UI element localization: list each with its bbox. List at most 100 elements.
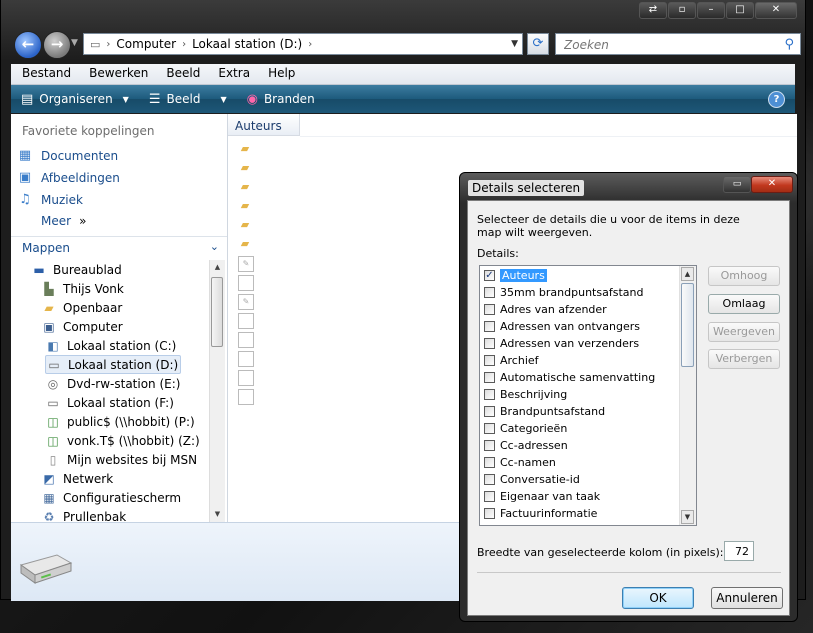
file-icon[interactable] xyxy=(238,389,254,405)
column-width-input[interactable] xyxy=(724,541,754,561)
tree-item[interactable]: ▣ Computer xyxy=(41,317,122,336)
detail-checkbox[interactable] xyxy=(484,508,495,519)
folder-icon[interactable]: ▰ xyxy=(238,180,252,194)
scroll-up-icon[interactable]: ▲ xyxy=(681,267,694,281)
tree-item[interactable]: ◎ Dvd-rw-station (E:) xyxy=(45,374,181,393)
detail-list-item[interactable]: Factuurinformatie xyxy=(484,505,597,522)
detail-list-item[interactable]: Beschrijving xyxy=(484,386,567,403)
column-header-authors[interactable]: Auteurs xyxy=(228,114,300,136)
minimize-button[interactable]: – xyxy=(697,2,725,19)
view-button[interactable]: ☰ Beeld ▼ xyxy=(139,92,237,107)
help-icon[interactable]: ? xyxy=(768,91,785,108)
detail-checkbox[interactable] xyxy=(484,406,495,417)
folder-icon[interactable]: ▰ xyxy=(238,161,252,175)
breadcrumb-computer[interactable]: Computer xyxy=(116,37,176,51)
dialog-close-button[interactable]: ✕ xyxy=(751,176,793,193)
tree-item[interactable]: ▭ Lokaal station (F:) xyxy=(45,393,174,412)
tree-item[interactable]: ▯ Mijn websites bij MSN xyxy=(45,450,197,469)
file-icon[interactable]: ✎ xyxy=(238,294,254,310)
menu-edit[interactable]: Bewerken xyxy=(78,64,155,84)
flip-icon[interactable]: ⇄ xyxy=(639,2,667,19)
detail-list-item[interactable]: Automatische samenvatting xyxy=(484,369,655,386)
tree-item[interactable]: ▰ Openbaar xyxy=(41,298,122,317)
search-input[interactable] xyxy=(562,37,766,53)
details-listbox[interactable]: ✓ Auteurs 35mm brandpuntsafstand Adres van … xyxy=(479,265,697,526)
detail-list-item[interactable]: Adressen van ontvangers xyxy=(484,318,640,335)
folder-icon[interactable]: ▰ xyxy=(238,237,252,251)
scroll-thumb[interactable] xyxy=(681,283,694,367)
file-icon[interactable] xyxy=(238,275,254,291)
detail-list-item[interactable]: Archief xyxy=(484,352,539,369)
ok-button[interactable]: OK xyxy=(622,587,694,609)
detail-checkbox[interactable] xyxy=(484,321,495,332)
folder-icon[interactable]: ▰ xyxy=(238,199,252,213)
detail-checkbox[interactable] xyxy=(484,304,495,315)
detail-checkbox[interactable] xyxy=(484,423,495,434)
folder-icon[interactable]: ▰ xyxy=(238,218,252,232)
detail-list-item[interactable]: 35mm brandpuntsafstand xyxy=(484,284,643,301)
file-icon[interactable]: ✎ xyxy=(238,256,254,272)
tree-item[interactable]: ▙ Thijs Vonk xyxy=(41,279,123,298)
back-button[interactable]: ← xyxy=(14,31,42,59)
detail-list-item[interactable]: Adres van afzender xyxy=(484,301,607,318)
folders-header[interactable]: Mappen ⌄ xyxy=(11,236,227,259)
tree-item[interactable]: ♻ Prullenbak xyxy=(41,507,127,523)
breadcrumb-separator-icon[interactable]: › xyxy=(308,39,312,50)
forward-button[interactable]: → xyxy=(43,31,71,59)
detail-checkbox[interactable] xyxy=(484,457,495,468)
menu-file[interactable]: Bestand xyxy=(11,64,78,84)
menu-view[interactable]: Beeld xyxy=(155,64,207,84)
organize-button[interactable]: ▤ Organiseren ▼ xyxy=(11,92,139,107)
detail-list-item[interactable]: Cc-adressen xyxy=(484,437,568,454)
detail-checkbox[interactable] xyxy=(484,338,495,349)
detail-checkbox[interactable]: ✓ xyxy=(484,270,495,281)
file-icon[interactable] xyxy=(238,332,254,348)
file-icon[interactable] xyxy=(238,313,254,329)
detail-checkbox[interactable] xyxy=(484,389,495,400)
tree-item[interactable]: ◧ Lokaal station (C:) xyxy=(45,336,176,355)
tree-item[interactable]: ◫ public$ (\\hobbit) (P:) xyxy=(45,412,194,431)
tree-item[interactable]: ◫ vonk.T$ (\\hobbit) (Z:) xyxy=(45,431,199,450)
favorite-more[interactable]: Meer » xyxy=(41,214,86,228)
detail-list-item[interactable]: Adressen van verzenders xyxy=(484,335,639,352)
show-button[interactable]: Weergeven xyxy=(708,322,780,342)
tree-item[interactable]: ▬ Bureaublad xyxy=(31,260,121,279)
address-bar[interactable]: ▭ › Computer › Lokaal station (D:) › ▼ xyxy=(83,33,523,55)
maximize-button[interactable]: □ xyxy=(726,2,754,19)
detail-list-item[interactable]: ✓ Auteurs xyxy=(484,267,547,284)
burn-button[interactable]: ◉ Branden xyxy=(237,92,325,107)
favorite-documents[interactable]: ▦ Documenten xyxy=(17,148,118,164)
detail-checkbox[interactable] xyxy=(484,372,495,383)
detail-list-item[interactable]: Categorieën xyxy=(484,420,567,437)
detail-checkbox[interactable] xyxy=(484,440,495,451)
breadcrumb-separator-icon[interactable]: › xyxy=(182,39,186,50)
file-icon[interactable] xyxy=(238,370,254,386)
address-dropdown-icon[interactable]: ▼ xyxy=(511,39,518,49)
menu-help[interactable]: Help xyxy=(257,64,302,84)
scroll-down-icon[interactable]: ▼ xyxy=(210,507,225,522)
listbox-scrollbar[interactable]: ▲ ▼ xyxy=(679,266,696,525)
detail-list-item[interactable]: Cc-namen xyxy=(484,454,556,471)
hide-button[interactable]: Verbergen xyxy=(708,349,780,369)
detail-checkbox[interactable] xyxy=(484,491,495,502)
search-icon[interactable]: ⚲ xyxy=(784,37,794,52)
tree-item[interactable]: ▭ Lokaal station (D:) xyxy=(45,355,182,374)
cancel-button[interactable]: Annuleren xyxy=(711,587,783,609)
scroll-down-icon[interactable]: ▼ xyxy=(681,510,694,524)
move-down-button[interactable]: Omlaag xyxy=(708,294,780,314)
scroll-thumb[interactable] xyxy=(211,277,223,347)
detail-checkbox[interactable] xyxy=(484,474,495,485)
detail-checkbox[interactable] xyxy=(484,355,495,366)
menu-tools[interactable]: Extra xyxy=(207,64,257,84)
detail-list-item[interactable]: Eigenaar van taak xyxy=(484,488,600,505)
detail-list-item[interactable]: Brandpuntsafstand xyxy=(484,403,605,420)
detail-checkbox[interactable] xyxy=(484,287,495,298)
refresh-button[interactable]: ⟳ xyxy=(527,33,549,55)
favorite-pictures[interactable]: ▣ Afbeeldingen xyxy=(17,170,120,186)
restore-icon[interactable]: ▫ xyxy=(668,2,696,19)
favorite-music[interactable]: ♫ Muziek xyxy=(17,192,83,208)
folder-icon[interactable]: ▰ xyxy=(238,142,252,156)
scroll-up-icon[interactable]: ▲ xyxy=(210,260,225,275)
dialog-restore-icon[interactable]: ▭ xyxy=(723,176,751,193)
close-button[interactable]: ✕ xyxy=(755,2,797,19)
